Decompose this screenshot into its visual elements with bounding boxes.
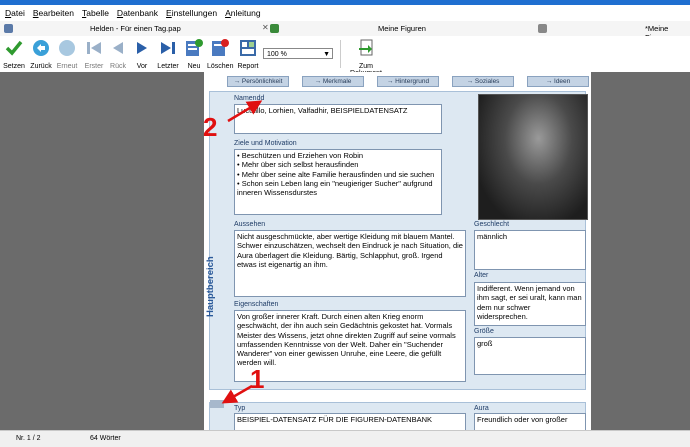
- toolbar-separator: [340, 40, 341, 68]
- ziele-line: • Beschützen und Erziehen von Robin: [237, 151, 364, 160]
- eigenschaften-label: Eigenschaften: [234, 301, 279, 308]
- aussehen-label: Aussehen: [234, 221, 266, 228]
- vor-label: Vor: [136, 63, 148, 70]
- aura-field[interactable]: Freundlich oder von großer: [474, 413, 586, 431]
- groesse-field[interactable]: groß: [474, 337, 586, 375]
- new-record-icon: [186, 39, 203, 56]
- chevron-down-icon: ▼: [323, 51, 330, 58]
- undo-icon: [33, 40, 49, 56]
- geschlecht-label: Geschlecht: [474, 221, 510, 228]
- hauptbereich-section: Hauptbereich Namendd Lucutillo, Lorhien,…: [205, 91, 588, 390]
- zoom-select[interactable]: 100 % ▼: [263, 48, 333, 59]
- menu-datenbank[interactable]: Datenbank: [117, 8, 158, 18]
- letzter-button[interactable]: Letzter: [155, 38, 181, 70]
- nav-soziales[interactable]: → Soziales: [452, 76, 514, 87]
- alter-field[interactable]: Indifferent. Wenn jemand von ihm sagt, e…: [474, 282, 586, 326]
- typ-label: Typ: [234, 405, 246, 412]
- redo-icon: [59, 40, 75, 56]
- name-label: Namendd: [234, 95, 265, 102]
- name-field[interactable]: Lucutillo, Lorhien, Valfadhir, BEISPIELD…: [234, 104, 442, 134]
- last-record-icon: [161, 42, 175, 54]
- ziele-label: Ziele und Motivation: [234, 140, 297, 147]
- vor-button[interactable]: Vor: [132, 38, 152, 70]
- section-label: Hauptbereich: [205, 256, 216, 318]
- previous-record-icon: [113, 42, 123, 54]
- typ-section: Typ BEISPIEL-DATENSATZ FÜR DIE FIGUREN-D…: [209, 402, 586, 432]
- menu-anleitung[interactable]: Anleitung: [225, 8, 260, 18]
- letzter-label: Letzter: [157, 63, 179, 70]
- neu-label: Neu: [187, 63, 201, 70]
- toolbar: Setzen Zurück Erneut Erster Rück Vor Let…: [0, 36, 690, 77]
- typ-field[interactable]: BEISPIEL-DATENSATZ FÜR DIE FIGUREN-DATEN…: [234, 413, 466, 431]
- report-label: Report: [237, 63, 259, 70]
- app-icon: [4, 24, 13, 33]
- tab-meine-figuren[interactable]: Meine Figuren: [378, 24, 426, 33]
- rueck-button[interactable]: Rück: [108, 38, 128, 70]
- tab-helden[interactable]: Helden - Für einen Tag.pap: [90, 24, 181, 33]
- word-count: 64 Wörter: [90, 435, 121, 442]
- eigenschaften-field[interactable]: Von großer innerer Kraft. Durch einen al…: [234, 310, 466, 382]
- document-tab-bar: Helden - Für einen Tag.pap ✕ Meine Figur…: [0, 21, 690, 42]
- character-portrait: [478, 94, 588, 220]
- neu-button[interactable]: Neu: [184, 38, 204, 70]
- groesse-label: Größe: [474, 328, 494, 335]
- document-arrow-icon: [359, 39, 373, 56]
- record-counter: Nr. 1 / 2: [16, 435, 41, 442]
- rueck-label: Rück: [110, 63, 126, 70]
- erneut-button[interactable]: Erneut: [56, 38, 78, 70]
- nav-hintergrund[interactable]: → Hintergrund: [377, 76, 439, 87]
- status-bar: Nr. 1 / 2 64 Wörter: [0, 430, 690, 447]
- aussehen-field[interactable]: Nicht ausgeschmückte, aber wertige Kleid…: [234, 230, 466, 297]
- menu-bearbeiten[interactable]: Bearbeiten: [33, 8, 74, 18]
- setzen-button[interactable]: Setzen: [3, 38, 25, 70]
- delete-record-icon: [212, 39, 229, 56]
- document-icon: [538, 24, 547, 33]
- loeschen-label: Löschen: [207, 63, 234, 70]
- geschlecht-field[interactable]: männlich: [474, 230, 586, 270]
- annotation-number-2: 2: [203, 112, 218, 142]
- zurueck-button[interactable]: Zurück: [29, 38, 53, 70]
- erster-label: Erster: [84, 63, 104, 70]
- ziele-line: • Schon sein Leben lang ein "neugieriger…: [237, 178, 433, 198]
- erster-button[interactable]: Erster: [83, 38, 105, 70]
- nav-ideen[interactable]: → Ideen: [527, 76, 589, 87]
- zurueck-label: Zurück: [30, 63, 52, 70]
- report-icon: [240, 40, 256, 56]
- menu-datei[interactable]: Datei: [5, 8, 25, 18]
- ziele-field[interactable]: • Beschützen und Erziehen von Robin • Me…: [234, 149, 442, 215]
- checkmark-icon: [5, 40, 23, 56]
- erneut-label: Erneut: [56, 63, 78, 70]
- record-marker: [210, 400, 224, 408]
- database-icon: [270, 24, 279, 33]
- nav-merkmale[interactable]: → Merkmale: [302, 76, 364, 87]
- report-button[interactable]: Report: [236, 38, 260, 70]
- first-record-icon: [87, 42, 101, 54]
- ziele-line: • Mehr über sich selbst herausfinden: [237, 160, 359, 170]
- ziele-line: • Mehr über seine alte Familie herausfin…: [237, 169, 435, 179]
- menu-einstellungen[interactable]: Einstellungen: [166, 8, 217, 18]
- annotation-number-1: 1: [250, 364, 265, 394]
- nav-persoenlichkeit[interactable]: → Persönlichkeit: [227, 76, 289, 87]
- loeschen-button[interactable]: Löschen: [207, 38, 233, 70]
- setzen-label: Setzen: [3, 63, 25, 70]
- aura-label: Aura: [474, 405, 489, 412]
- zoom-value: 100 %: [267, 51, 287, 58]
- tab-close-icon[interactable]: ✕: [262, 23, 269, 32]
- menu-bar: Datei Bearbeiten Tabelle Datenbank Einst…: [0, 5, 690, 21]
- next-record-icon: [137, 42, 147, 54]
- menu-tabelle[interactable]: Tabelle: [82, 8, 109, 18]
- alter-label: Alter: [474, 272, 489, 279]
